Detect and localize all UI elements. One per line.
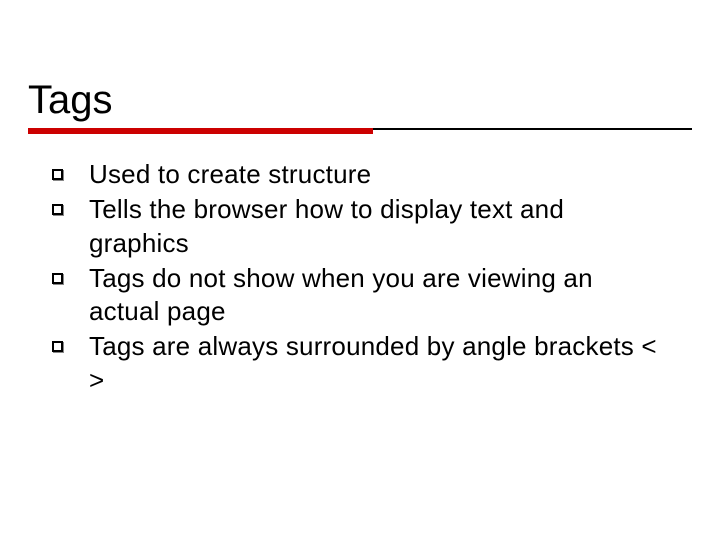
list-item: Tags do not show when you are viewing an…: [52, 262, 668, 329]
bullet-text: Tags do not show when you are viewing an…: [89, 262, 668, 329]
body-block: Used to create structure Tells the brows…: [52, 158, 668, 399]
title-underline: [28, 128, 692, 130]
title-block: Tags: [28, 78, 692, 130]
square-bullet-icon: [52, 204, 63, 215]
slide: Tags Used to create structure Tells the …: [0, 0, 720, 540]
list-item: Used to create structure: [52, 158, 668, 191]
slide-title: Tags: [28, 78, 692, 122]
bullet-text: Used to create structure: [89, 158, 668, 191]
list-item: Tags are always surrounded by angle brac…: [52, 330, 668, 397]
list-item: Tells the browser how to display text an…: [52, 193, 668, 260]
square-bullet-icon: [52, 169, 63, 180]
bullet-text: Tells the browser how to display text an…: [89, 193, 668, 260]
square-bullet-icon: [52, 273, 63, 284]
square-bullet-icon: [52, 341, 63, 352]
title-underline-accent: [28, 128, 373, 134]
bullet-text: Tags are always surrounded by angle brac…: [89, 330, 668, 397]
